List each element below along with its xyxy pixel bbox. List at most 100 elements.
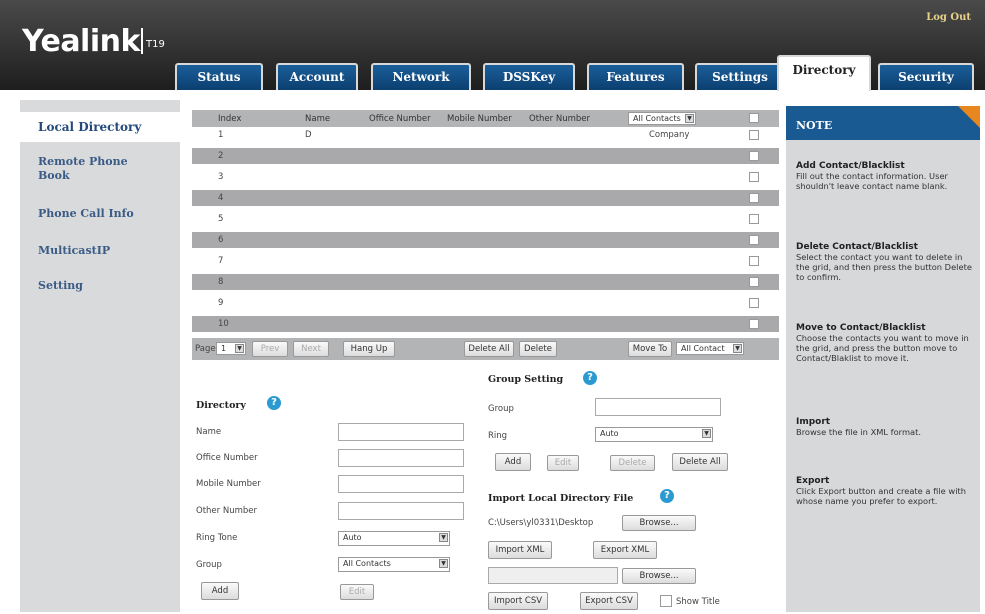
grid-pager: Page 1 ▼ Prev Next Hang Up Delete All De… <box>192 338 779 360</box>
browse-csv-button[interactable]: Browse... <box>622 568 696 584</box>
row-checkbox[interactable] <box>749 130 759 140</box>
tab-network[interactable]: Network <box>371 63 471 90</box>
export-csv-button[interactable]: Export CSV <box>580 592 638 610</box>
office-number-field[interactable] <box>338 449 464 467</box>
csv-file-field[interactable] <box>488 567 618 584</box>
select-all-checkbox[interactable] <box>749 113 759 123</box>
sidebar-item-phone-call-info[interactable]: Phone Call Info <box>20 207 180 220</box>
delete-all-groups-button[interactable]: Delete All <box>672 453 728 471</box>
chevron-down-icon: ▼ <box>733 344 742 353</box>
table-row[interactable]: 4 <box>192 190 779 206</box>
name-field[interactable] <box>338 423 464 441</box>
col-mobile-number: Mobile Number <box>447 114 512 124</box>
note-section-title: Add Contact/Blacklist <box>796 161 905 171</box>
browse-xml-button[interactable]: Browse... <box>622 515 696 531</box>
note-section-title: Delete Contact/Blacklist <box>796 242 918 252</box>
tab-account[interactable]: Account <box>276 63 358 90</box>
header-bar: Yealink T19 Log Out Status Account Netwo… <box>0 0 985 91</box>
row-index: 10 <box>218 319 229 329</box>
group-label: Group <box>196 560 222 570</box>
chevron-down-icon: ▼ <box>439 533 448 542</box>
ring-tone-label: Ring Tone <box>196 533 238 543</box>
other-number-field[interactable] <box>338 502 464 520</box>
import-xml-button[interactable]: Import XML <box>488 541 552 559</box>
row-checkbox[interactable] <box>749 298 759 308</box>
table-row[interactable]: 2 <box>192 148 779 164</box>
ring-tone-value: Auto <box>343 533 362 542</box>
row-checkbox[interactable] <box>749 277 759 287</box>
table-row[interactable]: 7 <box>192 253 779 269</box>
note-section-title: Export <box>796 476 830 486</box>
group-select[interactable]: All Contacts ▼ <box>338 557 450 572</box>
export-xml-button[interactable]: Export XML <box>593 541 657 559</box>
delete-all-button[interactable]: Delete All <box>464 341 514 357</box>
help-icon[interactable]: ? <box>267 396 281 410</box>
prev-button[interactable]: Prev <box>252 341 288 357</box>
note-section-title: Import <box>796 417 831 427</box>
logout-link[interactable]: Log Out <box>926 12 971 23</box>
add-group-button[interactable]: Add <box>495 453 531 471</box>
group-name-label: Group <box>488 404 514 414</box>
tab-status[interactable]: Status <box>175 63 263 90</box>
note-header: NOTE <box>786 106 980 140</box>
row-checkbox[interactable] <box>749 151 759 161</box>
tab-settings[interactable]: Settings <box>695 63 785 90</box>
table-row[interactable]: 10 <box>192 316 779 332</box>
row-checkbox[interactable] <box>749 214 759 224</box>
sidebar-item-setting[interactable]: Setting <box>20 279 180 292</box>
name-label: Name <box>196 427 222 437</box>
mobile-number-field[interactable] <box>338 475 464 493</box>
delete-group-button[interactable]: Delete <box>610 455 655 471</box>
row-checkbox[interactable] <box>749 172 759 182</box>
show-title-checkbox[interactable] <box>660 595 672 607</box>
hang-up-button[interactable]: Hang Up <box>343 341 395 357</box>
ring-tone-select[interactable]: Auto ▼ <box>338 531 450 546</box>
chevron-down-icon: ▼ <box>235 344 244 353</box>
tab-security[interactable]: Security <box>878 63 974 90</box>
tab-directory[interactable]: Directory <box>777 55 871 91</box>
table-row[interactable]: 5 <box>192 211 779 227</box>
row-index: 9 <box>218 298 224 308</box>
page-select[interactable]: 1 ▼ <box>216 342 246 355</box>
model-label: T19 <box>146 39 165 50</box>
tab-dsskey[interactable]: DSSKey <box>483 63 575 90</box>
table-row[interactable]: 3 <box>192 169 779 185</box>
group-name-field[interactable] <box>595 398 721 416</box>
row-checkbox[interactable] <box>749 235 759 245</box>
help-icon[interactable]: ? <box>583 371 597 385</box>
sidebar-item-remote-phone-book[interactable]: Remote Phone Book <box>20 155 140 183</box>
note-panel: NOTE Add Contact/Blacklist Fill out the … <box>786 106 980 612</box>
col-name: Name <box>305 114 331 124</box>
next-button[interactable]: Next <box>293 341 329 357</box>
row-index: 1 <box>218 130 224 140</box>
table-row[interactable]: 6 <box>192 232 779 248</box>
group-filter-select[interactable]: All Contacts ▼ <box>628 112 696 125</box>
table-row[interactable]: 8 <box>192 274 779 290</box>
row-index: 2 <box>218 151 224 161</box>
delete-button[interactable]: Delete <box>519 341 557 357</box>
directory-title: Directory <box>196 400 246 411</box>
row-checkbox[interactable] <box>749 193 759 203</box>
move-to-button[interactable]: Move To <box>628 341 672 357</box>
col-other-number: Other Number <box>529 114 590 124</box>
sidebar-item-multicastip[interactable]: MulticastIP <box>20 244 180 257</box>
import-file-path: C:\Users\yl0331\Desktop <box>488 518 594 528</box>
add-contact-button[interactable]: Add <box>201 582 239 600</box>
table-row[interactable]: 9 <box>192 295 779 311</box>
tab-features[interactable]: Features <box>587 63 684 90</box>
row-group: Company <box>649 130 690 140</box>
row-name: D <box>305 130 312 140</box>
note-section-title: Move to Contact/Blacklist <box>796 323 926 333</box>
table-row[interactable]: 1 D Company <box>192 127 779 143</box>
row-checkbox[interactable] <box>749 256 759 266</box>
sidebar-item-local-directory[interactable]: Local Directory <box>20 112 180 142</box>
help-icon[interactable]: ? <box>660 489 674 503</box>
note-section-text: Browse the file in XML format. <box>796 427 921 437</box>
edit-contact-button[interactable]: Edit <box>340 584 374 600</box>
import-csv-button[interactable]: Import CSV <box>488 592 548 610</box>
group-ring-select[interactable]: Auto ▼ <box>595 427 713 442</box>
move-target-select[interactable]: All Contact ▼ <box>676 342 744 355</box>
edit-group-button[interactable]: Edit <box>547 455 579 471</box>
group-setting-title: Group Setting <box>488 374 564 385</box>
row-checkbox[interactable] <box>749 319 759 329</box>
